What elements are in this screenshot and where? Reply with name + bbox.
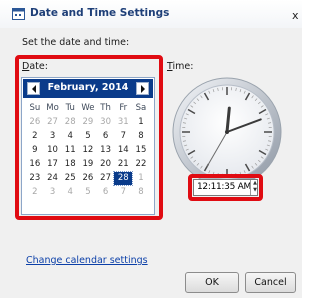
weekday-header: Su [29, 103, 41, 113]
calendar-week-row: 2345678 [26, 130, 150, 143]
calendar-day[interactable]: 3 [44, 130, 62, 143]
next-month-button[interactable] [136, 82, 149, 95]
calendar-header: February, 2014 [23, 79, 153, 98]
calendar-day[interactable]: 31 [114, 116, 132, 129]
weekday-header: Tu [65, 103, 75, 113]
spin-down-icon[interactable]: ▼ [251, 187, 259, 194]
calendar-day[interactable]: 4 [61, 186, 79, 199]
time-field[interactable]: 12:11:35 AM ▲ ▼ [193, 179, 258, 196]
month-year-label[interactable]: February, 2014 [43, 82, 133, 93]
calendar-day[interactable]: 29 [79, 116, 97, 129]
calendar-day[interactable]: 2 [26, 130, 44, 143]
calendar-day[interactable]: 20 [97, 158, 115, 171]
calendar-day-selected[interactable]: 28 [113, 171, 134, 186]
calendar-day[interactable]: 22 [132, 158, 150, 171]
calendar-day[interactable]: 6 [97, 186, 115, 199]
weekday-header: We [81, 103, 95, 113]
calendar-day[interactable]: 9 [26, 144, 44, 157]
time-spinner[interactable]: ▲ ▼ [250, 180, 259, 195]
calendar-day[interactable]: 26 [79, 172, 97, 185]
calendar-day[interactable]: 8 [132, 186, 150, 199]
date-time-dialog: Date and Time Settings x Set the date an… [0, 0, 302, 298]
calendar-week-row: 16 17 18 19 20 21 22 [26, 158, 150, 171]
analog-clock [172, 77, 282, 187]
calendar-day[interactable]: 18 [61, 158, 79, 171]
chevron-left-icon [32, 85, 36, 93]
cancel-button[interactable]: Cancel [245, 272, 296, 293]
calendar-day[interactable]: 1 [132, 116, 150, 129]
calendar-day[interactable]: 17 [44, 158, 62, 171]
weekday-header-row: Su Mo Tu We Th Fr Sa [26, 102, 150, 115]
calendar-day[interactable]: 5 [79, 130, 97, 143]
clock-center [225, 130, 229, 134]
time-value[interactable]: 12:11:35 AM [197, 182, 251, 192]
change-calendar-settings-link[interactable]: Change calendar settings [26, 255, 148, 266]
calendar-day[interactable]: 12 [79, 144, 97, 157]
calendar-day[interactable]: 5 [79, 186, 97, 199]
calendar-day[interactable]: 13 [97, 144, 115, 157]
calendar-day[interactable]: 4 [61, 130, 79, 143]
calendar-day[interactable]: 10 [44, 144, 62, 157]
calendar-day[interactable]: 19 [79, 158, 97, 171]
calendar-day[interactable]: 6 [97, 130, 115, 143]
calendar-day[interactable]: 30 [97, 116, 115, 129]
calendar-day[interactable]: 7 [114, 186, 132, 199]
title-bar: Date and Time Settings x [0, 0, 302, 28]
calendar-week-row: 9 10 11 12 13 14 15 [26, 144, 150, 157]
calendar-week-row: 26 27 28 29 30 31 1 [26, 116, 150, 129]
weekday-header: Sa [135, 103, 147, 113]
calendar-day[interactable]: 8 [132, 130, 150, 143]
calendar-week-row: 23 24 25 26 27 28 1 [26, 171, 150, 186]
calendar-day[interactable]: 3 [44, 186, 62, 199]
time-label-text: ime: [172, 61, 194, 72]
weekday-header: Th [100, 103, 111, 113]
calendar-day[interactable]: 26 [26, 116, 44, 129]
calendar-day[interactable]: 28 [61, 116, 79, 129]
calendar-day[interactable]: 2 [26, 186, 44, 199]
chevron-right-icon [141, 85, 145, 93]
calendar-day[interactable]: 16 [26, 158, 44, 171]
calendar-control[interactable]: February, 2014 Su Mo Tu We Th Fr Sa 26 27 28 29 30… [21, 77, 155, 215]
calendar-clock-icon [12, 8, 25, 20]
window-title: Date and Time Settings [30, 7, 170, 19]
calendar-day[interactable]: 14 [114, 144, 132, 157]
spin-up-icon[interactable]: ▲ [251, 180, 259, 187]
calendar-day[interactable]: 23 [26, 172, 44, 185]
calendar-day[interactable]: 27 [44, 116, 62, 129]
weekday-header: Fr [119, 103, 128, 113]
calendar-day[interactable]: 1 [132, 172, 150, 185]
ok-button[interactable]: OK [185, 272, 239, 293]
calendar-day[interactable]: 27 [97, 172, 115, 185]
calendar-day[interactable]: 7 [114, 130, 132, 143]
calendar-day[interactable]: 15 [132, 144, 150, 157]
calendar-day[interactable]: 25 [61, 172, 79, 185]
calendar-day[interactable]: 11 [61, 144, 79, 157]
prompt-label: Set the date and time: [22, 37, 130, 48]
calendar-day[interactable]: 21 [114, 158, 132, 171]
weekday-header: Mo [46, 103, 59, 113]
time-label: Time: [167, 61, 193, 72]
previous-month-button[interactable] [27, 82, 40, 95]
close-button[interactable]: x [292, 9, 299, 22]
calendar-week-row: 2345678 [26, 186, 150, 199]
calendar-day[interactable]: 24 [44, 172, 62, 185]
